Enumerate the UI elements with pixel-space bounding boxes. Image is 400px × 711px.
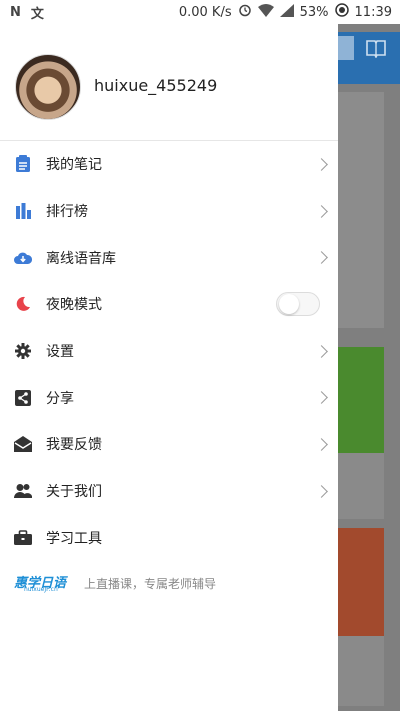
- share-icon: [14, 389, 32, 407]
- avatar[interactable]: [15, 54, 81, 120]
- menu-item-settings[interactable]: 设置: [0, 328, 338, 375]
- background-orange-banner: [338, 528, 384, 636]
- wifi-icon: [257, 3, 274, 21]
- huixue-logo: 惠学日语 huixueJP.cn: [14, 572, 70, 594]
- menu-item-ranking[interactable]: 排行榜: [0, 188, 338, 235]
- navigation-drawer: huixue_455249 我的笔记 排行榜 离线语音库 夜晚模式 设置 分享 …: [0, 24, 338, 711]
- menu-item-label: 我要反馈: [46, 437, 102, 454]
- input-method-icon: 文: [30, 6, 44, 22]
- logo-subtext: huixueJP.cn: [24, 586, 58, 593]
- book-icon: [365, 38, 387, 59]
- background-green-banner: [338, 347, 384, 453]
- background-card: [338, 92, 384, 328]
- promo-banner[interactable]: 惠学日语 huixueJP.cn 上直播课，专属老师辅导: [14, 572, 216, 594]
- chevron-right-icon: [315, 391, 328, 405]
- menu-item-label: 学习工具: [46, 530, 102, 547]
- menu-item-label: 关于我们: [46, 484, 102, 501]
- chevron-right-icon: [315, 204, 328, 218]
- menu-item-study-tools[interactable]: 学习工具: [0, 515, 338, 562]
- username: huixue_455249: [94, 76, 218, 95]
- moon-icon: [14, 295, 32, 313]
- background-card: [338, 453, 384, 519]
- background-search-box: [338, 36, 354, 60]
- net-speed: 0.00 K/s: [178, 4, 232, 20]
- chevron-right-icon: [315, 251, 328, 265]
- menu-item-label: 离线语音库: [46, 250, 116, 267]
- night-mode-toggle[interactable]: [276, 292, 320, 317]
- nfc-icon: N: [10, 4, 21, 20]
- profile-header[interactable]: huixue_455249: [0, 24, 338, 141]
- signal-icon: [279, 3, 294, 21]
- alarm-icon: [238, 3, 252, 21]
- menu-item-label: 我的笔记: [46, 157, 102, 174]
- menu-item-night-mode[interactable]: 夜晚模式: [0, 281, 338, 328]
- menu-item-label: 分享: [46, 390, 74, 407]
- drawer-menu: 我的笔记 排行榜 离线语音库 夜晚模式 设置 分享 我要反馈 关于我们 学习工具: [0, 141, 338, 561]
- bar-chart-icon: [14, 202, 32, 220]
- toggle-knob: [279, 294, 299, 315]
- menu-item-offline-voice[interactable]: 离线语音库: [0, 234, 338, 281]
- chevron-right-icon: [315, 344, 328, 358]
- battery-level: 53%: [299, 4, 329, 20]
- users-icon: [14, 482, 32, 500]
- background-card: [338, 636, 384, 706]
- chevron-right-icon: [315, 157, 328, 171]
- menu-item-label: 夜晚模式: [46, 297, 102, 314]
- chevron-right-icon: [315, 484, 328, 498]
- toolbox-icon: [14, 529, 32, 547]
- battery-icon: [334, 3, 349, 21]
- menu-item-about[interactable]: 关于我们: [0, 468, 338, 515]
- menu-item-notes[interactable]: 我的笔记: [0, 141, 338, 188]
- clock: 11:39: [354, 4, 392, 20]
- notes-icon: [14, 155, 32, 173]
- status-bar: N 文 0.00 K/s 53% 11:39: [0, 0, 400, 24]
- cloud-download-icon: [14, 249, 32, 267]
- gear-icon: [14, 342, 32, 360]
- menu-item-label: 排行榜: [46, 204, 88, 221]
- menu-item-label: 设置: [46, 344, 74, 361]
- chevron-right-icon: [315, 438, 328, 451]
- mail-icon: [14, 435, 32, 453]
- menu-item-feedback[interactable]: 我要反馈: [0, 421, 338, 468]
- menu-item-share[interactable]: 分享: [0, 374, 338, 421]
- promo-text: 上直播课，专属老师辅导: [84, 576, 217, 591]
